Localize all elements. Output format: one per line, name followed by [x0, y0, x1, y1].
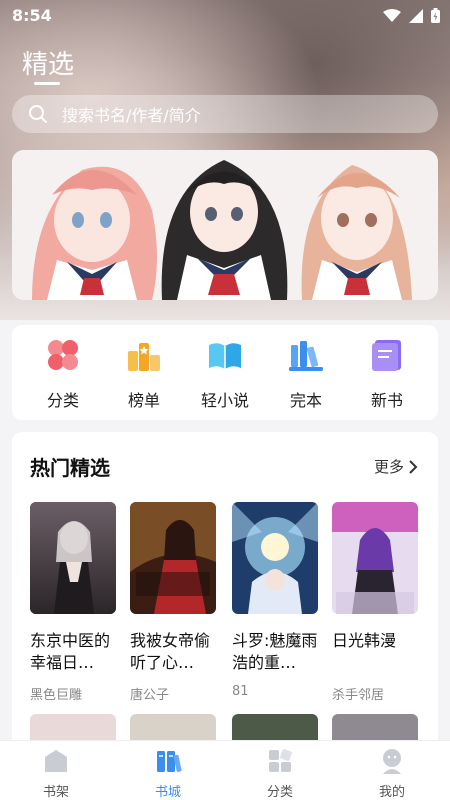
- more-link[interactable]: 更多: [374, 456, 418, 477]
- tab-profile[interactable]: 我的: [362, 747, 422, 800]
- shelf-icon: [45, 750, 67, 772]
- book-title: 东京中医的幸福日…: [30, 631, 111, 672]
- tab-bookstore[interactable]: 书城: [138, 747, 198, 800]
- category-item-completed[interactable]: 完本: [266, 337, 346, 411]
- book-author: 黑色巨雕: [30, 688, 83, 703]
- signal-icon: [409, 8, 423, 23]
- book-card[interactable]: 东京中医的幸福日… 黑色巨雕: [30, 502, 118, 703]
- book-author: 唐公子: [130, 688, 170, 703]
- book-author: 杀手邻居: [332, 688, 385, 703]
- book-card[interactable]: 日光韩漫 杀手邻居: [332, 502, 420, 703]
- category-label: 完本: [289, 391, 322, 410]
- book-title: 日光韩漫: [332, 631, 397, 650]
- search-input[interactable]: 搜索书名/作者/简介: [12, 95, 438, 133]
- book-title: 我被女帝偷听了心…: [130, 631, 211, 672]
- book-cover: [232, 502, 318, 614]
- new-book-icon: [372, 340, 401, 371]
- chevron-right-icon: [409, 459, 418, 474]
- category-item-light-novel[interactable]: 轻小说: [185, 337, 265, 411]
- open-book-icon: [209, 343, 241, 369]
- status-bar: 8:54: [0, 0, 450, 32]
- category-label: 轻小说: [200, 391, 249, 410]
- status-icons: [383, 8, 440, 23]
- category-grid-icon: [269, 749, 292, 772]
- tab-label: 分类: [266, 785, 293, 800]
- bookstore-icon: [157, 751, 182, 772]
- tab-label: 书城: [154, 785, 181, 800]
- tab-label: 我的: [378, 785, 405, 800]
- hot-picks-section: 热门精选 更多 东京中医的幸福日… 黑色巨雕 我被女帝偷听了心… 唐公子 斗罗:…: [12, 432, 438, 752]
- book-cover: [130, 502, 216, 614]
- tab-label: 书架: [42, 785, 69, 800]
- category-item-new-books[interactable]: 新书: [347, 337, 427, 411]
- tab-categories[interactable]: 分类: [250, 747, 310, 800]
- banner-carousel[interactable]: [12, 150, 438, 300]
- category-item-ranking[interactable]: 榜单: [104, 337, 184, 411]
- battery-icon: [431, 8, 440, 23]
- title-underline: [34, 82, 60, 85]
- four-petal-icon: [48, 340, 78, 370]
- section-title: 热门精选: [30, 456, 110, 480]
- category-label: 分类: [46, 391, 79, 410]
- book-author: 81: [232, 684, 249, 699]
- tab-bookshelf[interactable]: 书架: [26, 747, 86, 800]
- book-card[interactable]: 我被女帝偷听了心… 唐公子: [130, 502, 218, 703]
- search-icon: [29, 105, 47, 123]
- book-cover: [332, 502, 418, 614]
- bottom-tab-bar: 书架 书城 分类 我的: [0, 740, 450, 800]
- category-label: 新书: [370, 391, 403, 410]
- book-card[interactable]: 斗罗:魅魔雨浩的重… 81: [232, 502, 320, 699]
- profile-icon: [383, 749, 401, 774]
- ranking-icon: [128, 343, 160, 371]
- bookshelf-icon: [289, 341, 323, 371]
- more-label: 更多: [373, 458, 404, 476]
- book-cover: [30, 502, 116, 614]
- status-time: 8:54: [12, 6, 52, 25]
- category-shortcuts: 分类 榜单 轻小说 完本 新书: [12, 325, 438, 420]
- search-placeholder: 搜索书名/作者/简介: [62, 106, 201, 125]
- wifi-icon: [383, 8, 401, 22]
- banner-illustration: [12, 150, 438, 300]
- category-label: 榜单: [127, 391, 160, 410]
- category-item-classify[interactable]: 分类: [23, 337, 103, 411]
- book-title: 斗罗:魅魔雨浩的重…: [232, 631, 318, 672]
- page-title: 精选: [22, 50, 75, 80]
